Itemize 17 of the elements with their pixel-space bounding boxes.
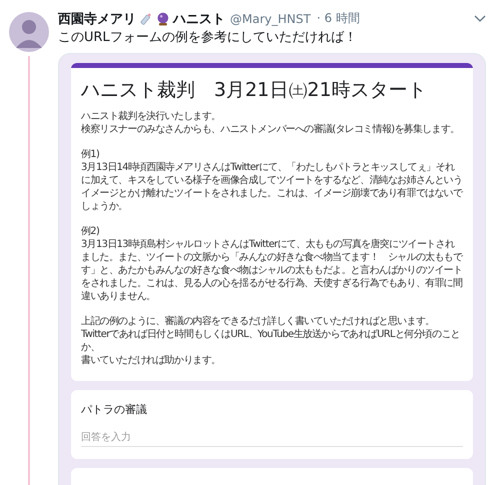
user-handle[interactable]: @Mary_HNST	[230, 12, 311, 26]
question-label: パトラの審議	[81, 402, 148, 417]
form-title: ハニスト裁判 3月21日㈯21時スタート	[81, 78, 428, 103]
answer-field[interactable]: 回答を入力	[81, 429, 463, 447]
description-line: 例2)	[81, 225, 100, 238]
description-line: 上記の例のように、審議の内容をできるだけ詳しく書いていただければと思います。	[81, 315, 436, 328]
tweet-text: このURLフォームの例を参考にしていただければ！	[58, 29, 358, 46]
user-name-suffix[interactable]: ハニスト	[173, 10, 225, 28]
description-line: ハニスト裁判を決行いたします。	[81, 110, 222, 123]
description-line: 検察リスナーのみなさんからも、ハニストメンバーへの審議(タレコミ情報)を募集します。	[81, 123, 460, 136]
description-line: 3月13日13時頃島村シャルロットさんはTwitterにて、太ももの写真を唐突にツイートされました。また、ツイートの文脈から「みんなの好きな食べ物当てます！ シャルの太ももです」と、あたかもみんなの好きな食べ物はシャルの太ももだよ。と言わんばかりのツイートをされました。これは、見る人の心を揺るがせる行為、天使すぎる行為でもあり、有罪に間違いありません。	[81, 238, 463, 303]
user-name[interactable]: 西園寺メアリ	[58, 10, 136, 28]
description-line: Twitterであれば日付と時間もしくはURL、YouTube生放送からであればURLと何分頃のことか、	[81, 328, 461, 354]
tweet-time[interactable]: · 6 時間	[316, 10, 360, 27]
description-line: 例1)	[81, 148, 100, 161]
description-line: 書いていただければ助かります。	[81, 354, 222, 367]
description-line: 3月13日14時頃西園寺メアリさんはTwitterにて、「わたしもパトラとキッスしてぇ」それに加えて、キスをしている様子を画像合成してツイートをするなど、清純なお姉さんというイメージとかけ離れたツイートをされました。これは、イメージ崩壊であり有罪ではないでしょうか。	[81, 161, 463, 213]
